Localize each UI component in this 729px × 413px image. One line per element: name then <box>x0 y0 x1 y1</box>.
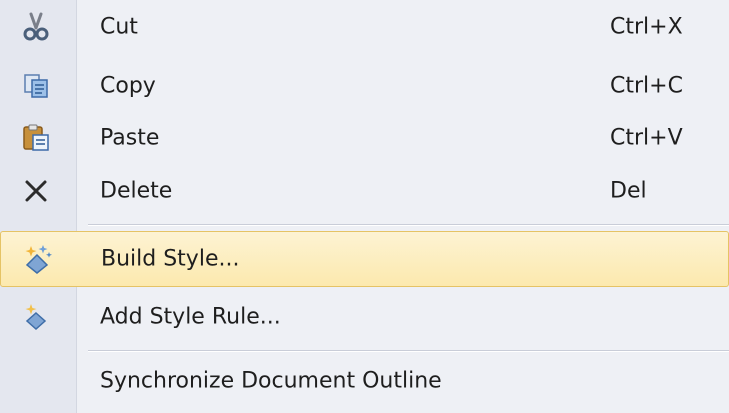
menu-separator <box>88 224 729 226</box>
menu-item-label: Delete <box>100 178 173 204</box>
menu-item-shortcut: Ctrl+V <box>610 125 683 151</box>
menu-item-shortcut: Ctrl+X <box>610 14 683 40</box>
scissors-icon <box>18 9 54 45</box>
copy-icon <box>18 68 54 104</box>
menu-item-label: Build Style... <box>101 246 240 272</box>
menu-item-label: Synchronize Document Outline <box>100 368 442 394</box>
menu-item-cut[interactable]: Cut Ctrl+X <box>0 0 729 56</box>
menu-item-shortcut: Ctrl+C <box>610 73 683 99</box>
paste-icon <box>18 120 54 156</box>
menu-item-label: Add Style Rule... <box>100 304 281 330</box>
menu-item-label: Paste <box>100 125 160 151</box>
menu-item-label: Cut <box>100 14 138 40</box>
menu-item-copy[interactable]: Copy Ctrl+C <box>0 57 729 115</box>
menu-item-synchronize-document-outline[interactable]: Synchronize Document Outline <box>0 352 729 410</box>
menu-item-build-style[interactable]: Build Style... <box>0 231 729 287</box>
delete-x-icon <box>18 173 54 209</box>
menu-item-label: Copy <box>100 73 156 99</box>
menu-item-paste[interactable]: Paste Ctrl+V <box>0 109 729 167</box>
menu-item-add-style-rule[interactable]: Add Style Rule... <box>0 288 729 346</box>
build-style-icon <box>19 241 55 277</box>
context-menu: Cut Ctrl+X Copy Ctrl+C Paste Ctrl+V Dele… <box>0 0 729 413</box>
menu-item-shortcut: Del <box>610 178 647 204</box>
add-style-rule-icon <box>18 299 54 335</box>
menu-item-delete[interactable]: Delete Del <box>0 162 729 220</box>
